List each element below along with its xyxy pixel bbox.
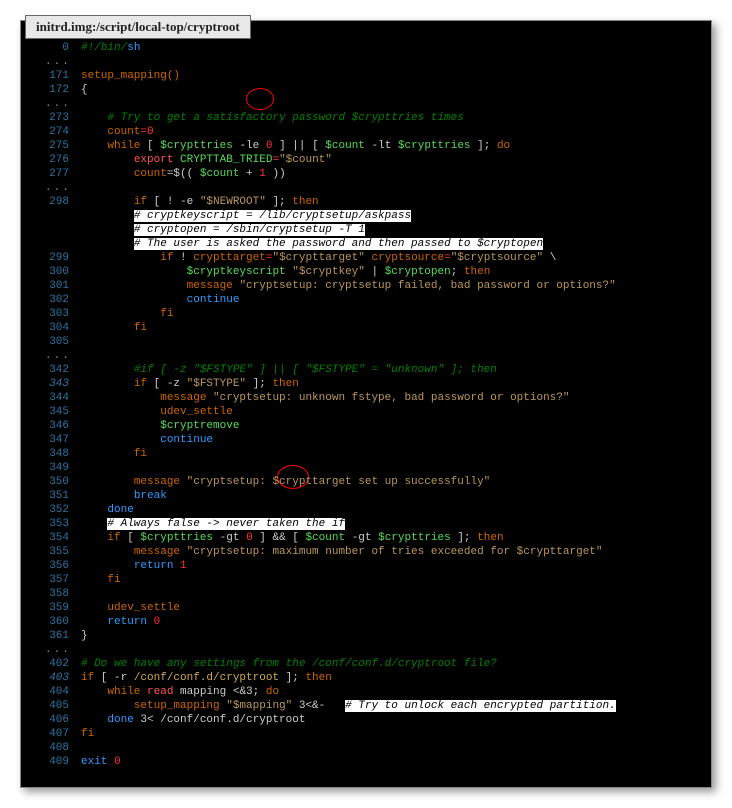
code-area: 0#!/bin/sh ... 171setup_mapping() 172{ .… bbox=[21, 31, 711, 787]
code-window: initrd.img:/script/local-top/cryptroot 0… bbox=[20, 20, 712, 788]
window-title: initrd.img:/script/local-top/cryptroot bbox=[25, 15, 251, 39]
ellipsis: ... bbox=[27, 55, 71, 69]
code-line: 0#!/bin/sh bbox=[27, 41, 705, 55]
